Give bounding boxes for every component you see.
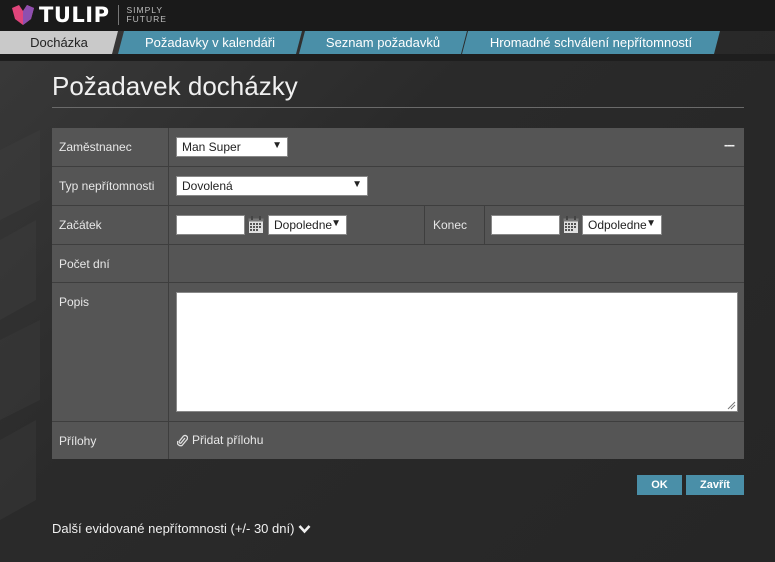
absence-type-row: Typ nepřítomnosti Dovolená ▼ xyxy=(52,167,744,206)
title-divider xyxy=(52,107,744,108)
page-title: Požadavek docházky xyxy=(52,71,298,101)
attachments-row: Přílohy Přidat přílohu xyxy=(52,422,744,459)
attendance-request-form: Zaměstnanec Man Super ▼ --- Typ nepřítom… xyxy=(52,128,744,459)
start-calendar-icon[interactable] xyxy=(248,216,264,234)
description-row: Popis xyxy=(52,283,744,422)
description-label: Popis xyxy=(52,283,169,421)
dropdown-arrow-icon: ▼ xyxy=(352,179,362,190)
brand-tagline: SIMPLY FUTURE xyxy=(126,6,166,24)
tab-label: Hromadné schválení nepřítomností xyxy=(489,35,693,50)
resize-handle-icon[interactable] xyxy=(727,401,736,410)
dropdown-arrow-icon: ▼ xyxy=(331,218,341,229)
other-absences-label: Další evidované nepřítomnosti (+/- 30 dn… xyxy=(52,521,295,536)
main-tabs: Docházka Požadavky v kalendáři Seznam po… xyxy=(0,31,775,54)
days-count-row: Počet dní xyxy=(52,245,744,283)
add-attachment-label: Přidat přílohu xyxy=(192,433,264,447)
ok-button[interactable]: OK xyxy=(637,475,682,495)
tulip-logo-icon xyxy=(12,5,34,25)
brand-name: TULIP xyxy=(39,3,110,27)
paperclip-icon xyxy=(177,434,188,446)
days-count-label: Počet dní xyxy=(52,245,169,282)
logo-divider xyxy=(118,5,120,25)
dropdown-arrow-icon: ▼ xyxy=(272,140,282,151)
employee-label: Zaměstnanec xyxy=(52,128,169,166)
other-absences-toggle[interactable]: Další evidované nepřítomnosti (+/- 30 dn… xyxy=(52,521,311,536)
start-label: Začátek xyxy=(52,206,169,244)
employee-value: Man Super xyxy=(182,140,241,154)
date-range-row: Začátek Dopoledne ▼ Konec Odpoledne ▼ xyxy=(52,206,744,245)
dropdown-arrow-icon: ▼ xyxy=(646,218,656,229)
logo[interactable]: TULIP SIMPLY FUTURE xyxy=(12,3,167,27)
attachments-label: Přílohy xyxy=(52,422,169,459)
end-day-part-select[interactable]: Odpoledne ▼ xyxy=(582,215,662,235)
absence-type-value: Dovolená xyxy=(182,179,233,193)
end-day-part-value: Odpoledne xyxy=(588,218,647,232)
tab-seznam-pozadavku[interactable]: Seznam požadavků xyxy=(299,31,467,54)
employee-row: Zaměstnanec Man Super ▼ --- xyxy=(52,128,744,167)
chevron-down-icon xyxy=(298,524,311,533)
end-label: Konec xyxy=(424,206,485,244)
brand-tagline-line-2: FUTURE xyxy=(126,14,167,24)
tab-hromadne-schvaleni[interactable]: Hromadné schválení nepřítomností xyxy=(462,31,720,54)
absence-type-select[interactable]: Dovolená ▼ xyxy=(176,176,368,196)
app-header: TULIP SIMPLY FUTURE xyxy=(0,0,775,31)
start-day-part-select[interactable]: Dopoledne ▼ xyxy=(268,215,347,235)
close-button[interactable]: Zavřít xyxy=(686,475,744,495)
add-attachment-link[interactable]: Přidat přílohu xyxy=(177,433,263,447)
end-date-input[interactable] xyxy=(491,215,560,235)
tab-label: Seznam požadavků xyxy=(325,35,441,50)
tab-pozadavky-v-kalendari[interactable]: Požadavky v kalendáři xyxy=(118,31,302,54)
tab-label: Požadavky v kalendáři xyxy=(144,35,276,50)
end-calendar-icon[interactable] xyxy=(563,216,579,234)
tab-dochazka[interactable]: Docházka xyxy=(0,31,118,54)
tab-label: Docházka xyxy=(30,35,88,50)
absence-type-label: Typ nepřítomnosti xyxy=(52,167,169,205)
start-date-input[interactable] xyxy=(176,215,245,235)
start-day-part-value: Dopoledne xyxy=(274,218,333,232)
more-options-button[interactable]: --- xyxy=(724,137,735,152)
description-textarea[interactable] xyxy=(176,292,738,412)
tabs-divider xyxy=(0,54,775,61)
employee-select[interactable]: Man Super ▼ xyxy=(176,137,288,157)
